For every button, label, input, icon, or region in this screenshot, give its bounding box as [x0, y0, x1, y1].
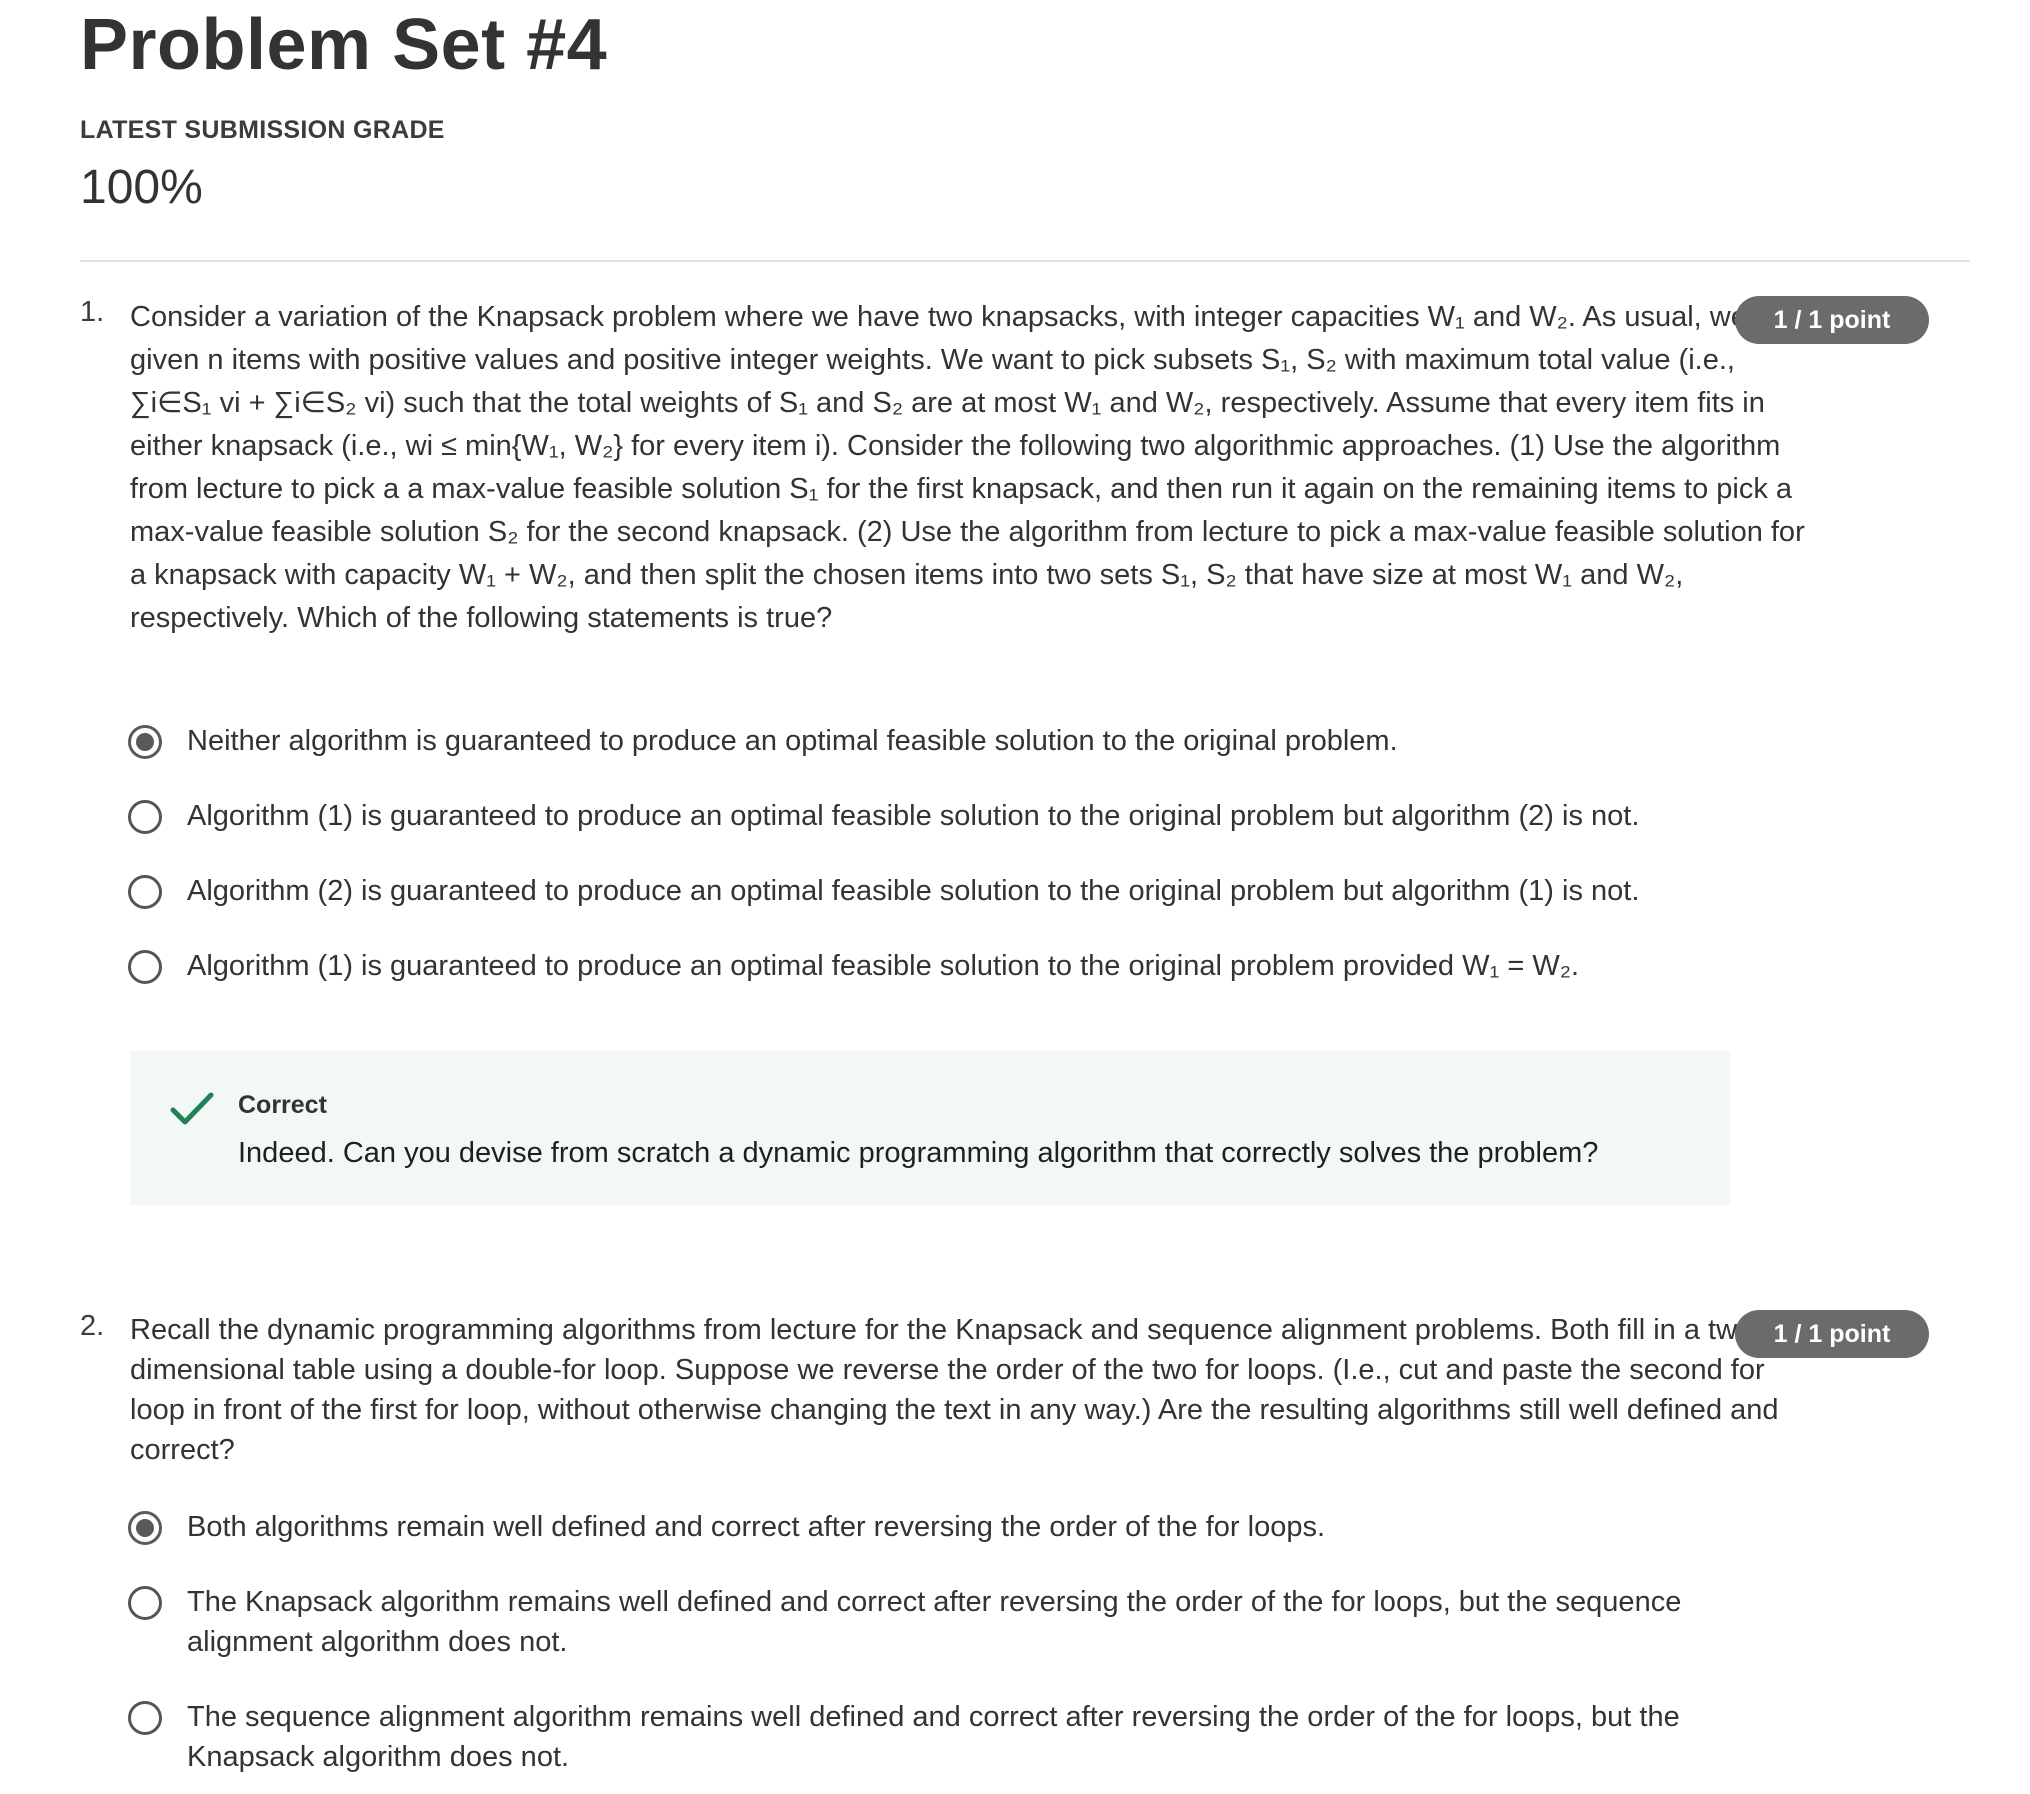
checkmark-icon [170, 1092, 214, 1125]
radio-unselected-icon[interactable] [128, 800, 162, 834]
header-divider [80, 260, 1970, 262]
option-label: Neither algorithm is guaranteed to produ… [187, 725, 1398, 757]
question-text: Consider a variation of the Knapsack pro… [130, 301, 1805, 634]
option-label: The Knapsack algorithm remains well defi… [187, 1586, 1682, 1658]
question-text: Recall the dynamic programming algorithm… [130, 1314, 1779, 1466]
answer-option[interactable]: Algorithm (1) is guaranteed to produce a… [128, 799, 1788, 836]
option-label: Algorithm (2) is guaranteed to produce a… [187, 875, 1640, 907]
answer-option[interactable]: Algorithm (2) is guaranteed to produce a… [128, 874, 1788, 911]
radio-selected-icon[interactable] [128, 1511, 162, 1545]
answer-option[interactable]: Algorithm (1) is guaranteed to produce a… [128, 949, 1788, 986]
grade-value: 100% [80, 161, 203, 214]
question-number: 2. [80, 1310, 105, 1342]
answer-option[interactable]: Both algorithms remain well defined and … [128, 1510, 1788, 1547]
option-label: The sequence alignment algorithm remains… [187, 1701, 1680, 1773]
answer-option[interactable]: Neither algorithm is guaranteed to produ… [128, 724, 1788, 761]
points-badge: 1 / 1 point [1735, 296, 1929, 344]
radio-selected-icon[interactable] [128, 725, 162, 759]
grade-label: LATEST SUBMISSION GRADE [80, 116, 445, 144]
option-label: Algorithm (1) is guaranteed to produce a… [187, 800, 1640, 832]
answer-option[interactable]: The sequence alignment algorithm remains… [128, 1700, 1788, 1777]
feedback-text: Indeed. Can you devise from scratch a dy… [238, 1137, 1599, 1169]
radio-unselected-icon[interactable] [128, 950, 162, 984]
answer-option[interactable]: The Knapsack algorithm remains well defi… [128, 1585, 1788, 1662]
feedback-panel: Correct Indeed. Can you devise from scra… [130, 1051, 1730, 1205]
radio-unselected-icon[interactable] [128, 1586, 162, 1620]
radio-unselected-icon[interactable] [128, 875, 162, 909]
question-number: 1. [80, 296, 105, 328]
radio-unselected-icon[interactable] [128, 1701, 162, 1735]
page-title: Problem Set #4 [80, 5, 608, 85]
option-label: Algorithm (1) is guaranteed to produce a… [187, 950, 1580, 982]
feedback-title: Correct [238, 1091, 327, 1119]
option-label: Both algorithms remain well defined and … [187, 1511, 1326, 1543]
points-badge: 1 / 1 point [1735, 1310, 1929, 1358]
